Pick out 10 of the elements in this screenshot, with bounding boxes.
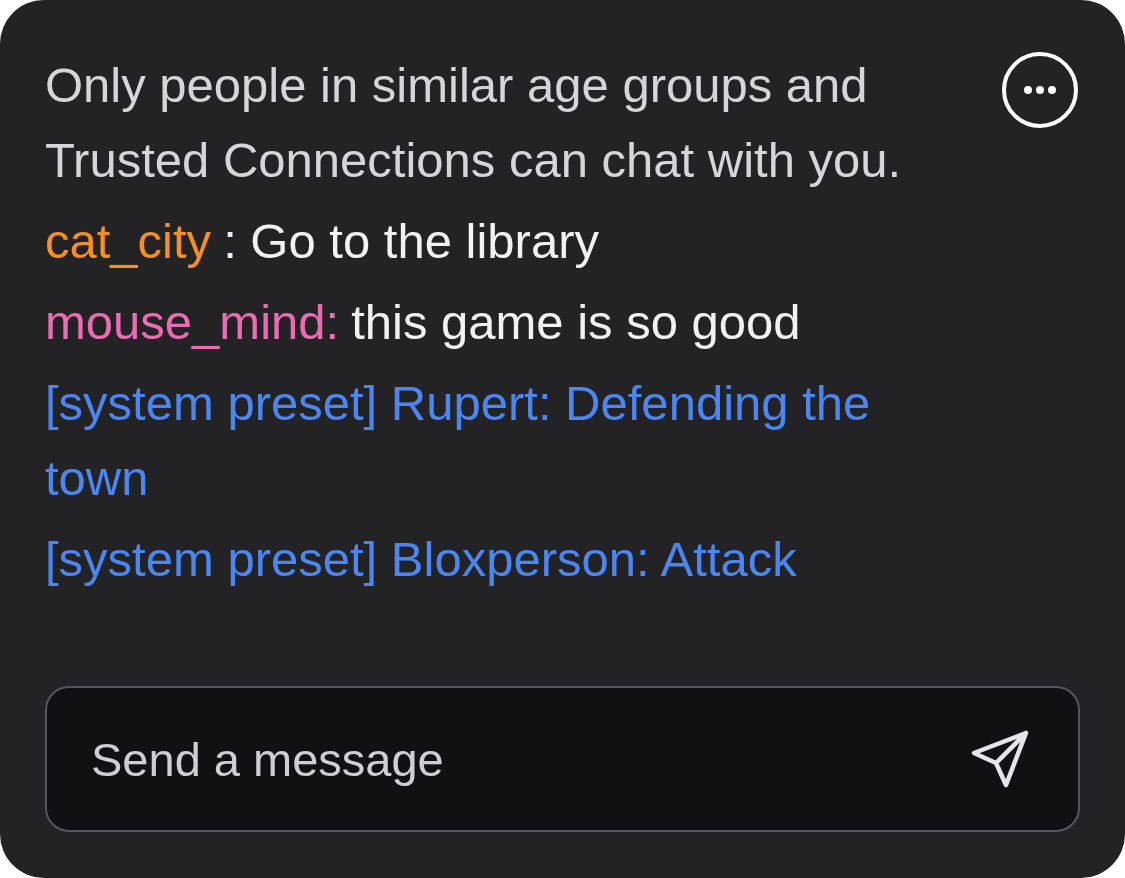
system-message: [system preset] Rupert: Defending the town [45, 375, 872, 507]
system-message: [system preset] Bloxperson: Attack [45, 531, 798, 588]
chat-message: : Go to the library [223, 214, 599, 268]
chat-message: this game is so good [351, 295, 801, 349]
chat-notice: Only people in similar age groups and Trusted Connections can chat with you. [45, 57, 903, 189]
username: cat_city [45, 214, 212, 268]
message-input-field[interactable]: Send a message [45, 686, 1080, 832]
more-icon [1000, 50, 1080, 130]
more-options-button[interactable] [1000, 50, 1080, 130]
username: mouse_mind: [45, 295, 340, 349]
